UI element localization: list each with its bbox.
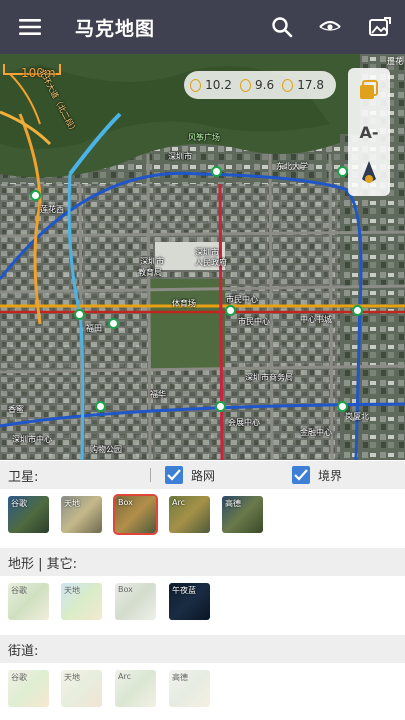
tile-street-arc[interactable]: Arc bbox=[115, 670, 156, 707]
metro-station-icon bbox=[74, 309, 85, 320]
map-label-jiaoyu: 教育局 bbox=[138, 268, 162, 277]
coin-icon bbox=[282, 78, 294, 92]
tile-label: 天地 bbox=[64, 586, 80, 595]
map-label-futian: 福田 bbox=[86, 324, 102, 333]
metro-station-icon bbox=[337, 166, 348, 177]
map-label-zhengfu: 人民政府 bbox=[195, 258, 227, 267]
map-label-jinrong: 金融中心 bbox=[300, 428, 332, 437]
map-label-gouwu: 购物公园 bbox=[90, 445, 122, 454]
metro-station-icon bbox=[211, 166, 222, 177]
map-label-shimin2: 市民中心 bbox=[238, 317, 270, 326]
metro-station-icon bbox=[95, 401, 106, 412]
map-side-toolbar: A- bbox=[348, 68, 390, 196]
divider bbox=[150, 468, 151, 482]
app-title: 马克地图 bbox=[75, 18, 156, 40]
map-label-huizhan: 会展中心 bbox=[228, 418, 260, 427]
compass-icon[interactable] bbox=[348, 154, 390, 194]
menu-icon[interactable] bbox=[16, 13, 44, 41]
tile-satellite-arc[interactable]: Arc bbox=[169, 496, 210, 533]
app-bar: 马克地图 bbox=[0, 0, 405, 54]
street-label: 街道: bbox=[8, 643, 39, 659]
map-label-xinzhou: 深圳市中心 bbox=[12, 435, 52, 444]
tile-label: 谷歌 bbox=[11, 499, 27, 508]
tile-label: 谷歌 bbox=[11, 673, 27, 682]
metro-station-icon bbox=[215, 401, 226, 412]
tile-terrain-google[interactable]: 谷歌 bbox=[8, 583, 49, 620]
boundary-checkbox-label: 境界 bbox=[318, 469, 343, 483]
metro-station-icon bbox=[30, 190, 41, 201]
tile-satellite-amap[interactable]: 高德 bbox=[222, 496, 263, 533]
tile-satellite-box[interactable]: Box bbox=[113, 494, 158, 535]
metro-station-icon bbox=[225, 305, 236, 316]
tile-street-google[interactable]: 谷歌 bbox=[8, 670, 49, 707]
map-label-dongbei: 东北大学 bbox=[276, 162, 308, 171]
tile-satellite-google[interactable]: 谷歌 bbox=[8, 496, 49, 533]
tile-label: Arc bbox=[118, 672, 131, 681]
metro-station-icon bbox=[352, 305, 363, 316]
tile-terrain-box[interactable]: Box bbox=[115, 583, 156, 620]
tile-satellite-tianditu[interactable]: 天地 bbox=[61, 496, 102, 533]
stats-pill: 10.2 9.6 17.8 bbox=[184, 71, 336, 99]
tile-label: Box bbox=[118, 585, 133, 594]
map-label-fuhua: 福华 bbox=[150, 390, 166, 399]
tile-label: Arc bbox=[172, 498, 185, 507]
map-label-zhongxin: 中心书城 bbox=[300, 315, 332, 324]
layers-icon[interactable] bbox=[348, 70, 390, 110]
text-size-icon[interactable]: A- bbox=[348, 112, 390, 152]
map-label-xiangmi: 香蜜 bbox=[8, 405, 24, 414]
tile-label: 谷歌 bbox=[11, 586, 27, 595]
map-label-lianhua: 莲花西 bbox=[40, 205, 64, 214]
tile-label: Box bbox=[118, 498, 133, 507]
terrain-section-header: 地形 | 其它: bbox=[0, 548, 405, 576]
satellite-label: 卫星: bbox=[8, 469, 39, 485]
tile-terrain-tianditu[interactable]: 天地 bbox=[61, 583, 102, 620]
map-label-tiyu: 体育场 bbox=[172, 299, 196, 308]
map-label-shiwu: 深圳市商务局 bbox=[245, 373, 293, 382]
tile-street-tianditu[interactable]: 天地 bbox=[61, 670, 102, 707]
stat-value-2: 9.6 bbox=[255, 78, 275, 92]
search-icon[interactable] bbox=[268, 13, 296, 41]
map-label-shenzhen: 深圳市 bbox=[168, 152, 192, 161]
metro-station-icon bbox=[108, 318, 119, 329]
tile-label: 高德 bbox=[172, 673, 188, 682]
map-label-fengzheng: 风筝广场 bbox=[188, 133, 220, 142]
terrain-label: 地形 | 其它: bbox=[8, 556, 78, 572]
tile-terrain-midnight-blue[interactable]: 午夜蓝 bbox=[169, 583, 210, 620]
stat-value-1: 10.2 bbox=[205, 78, 232, 92]
tile-label: 午夜蓝 bbox=[172, 586, 196, 595]
image-edit-icon[interactable] bbox=[366, 13, 394, 41]
metro-station-icon bbox=[337, 401, 348, 412]
map-view[interactable]: 100m 遥花 北环大道（北二段） 风筝广场 深圳市 莲花西 东北大学 深圳市 … bbox=[0, 54, 405, 460]
tile-label: 高德 bbox=[225, 499, 241, 508]
map-attribution: 遥花 bbox=[387, 57, 403, 66]
roadnet-checkbox[interactable] bbox=[165, 466, 183, 484]
map-label-gangxia: 岗厦北 bbox=[345, 412, 369, 421]
stat-value-3: 17.8 bbox=[297, 78, 324, 92]
roadnet-checkbox-label: 路网 bbox=[191, 469, 216, 483]
boundary-checkbox[interactable] bbox=[292, 466, 310, 484]
street-section-header: 街道: bbox=[0, 635, 405, 663]
tile-street-amap[interactable]: 高德 bbox=[169, 670, 210, 707]
tile-label: 天地 bbox=[64, 673, 80, 682]
map-label-shimin1: 市民中心 bbox=[226, 295, 258, 304]
coin-icon bbox=[190, 78, 202, 92]
satellite-section-header: 卫星: 路网 境界 bbox=[0, 461, 405, 489]
tile-label: 天地 bbox=[64, 499, 80, 508]
eye-icon[interactable] bbox=[316, 13, 344, 41]
map-label-shenzhen2: 深圳市 bbox=[140, 257, 164, 266]
coin-icon bbox=[239, 78, 252, 92]
